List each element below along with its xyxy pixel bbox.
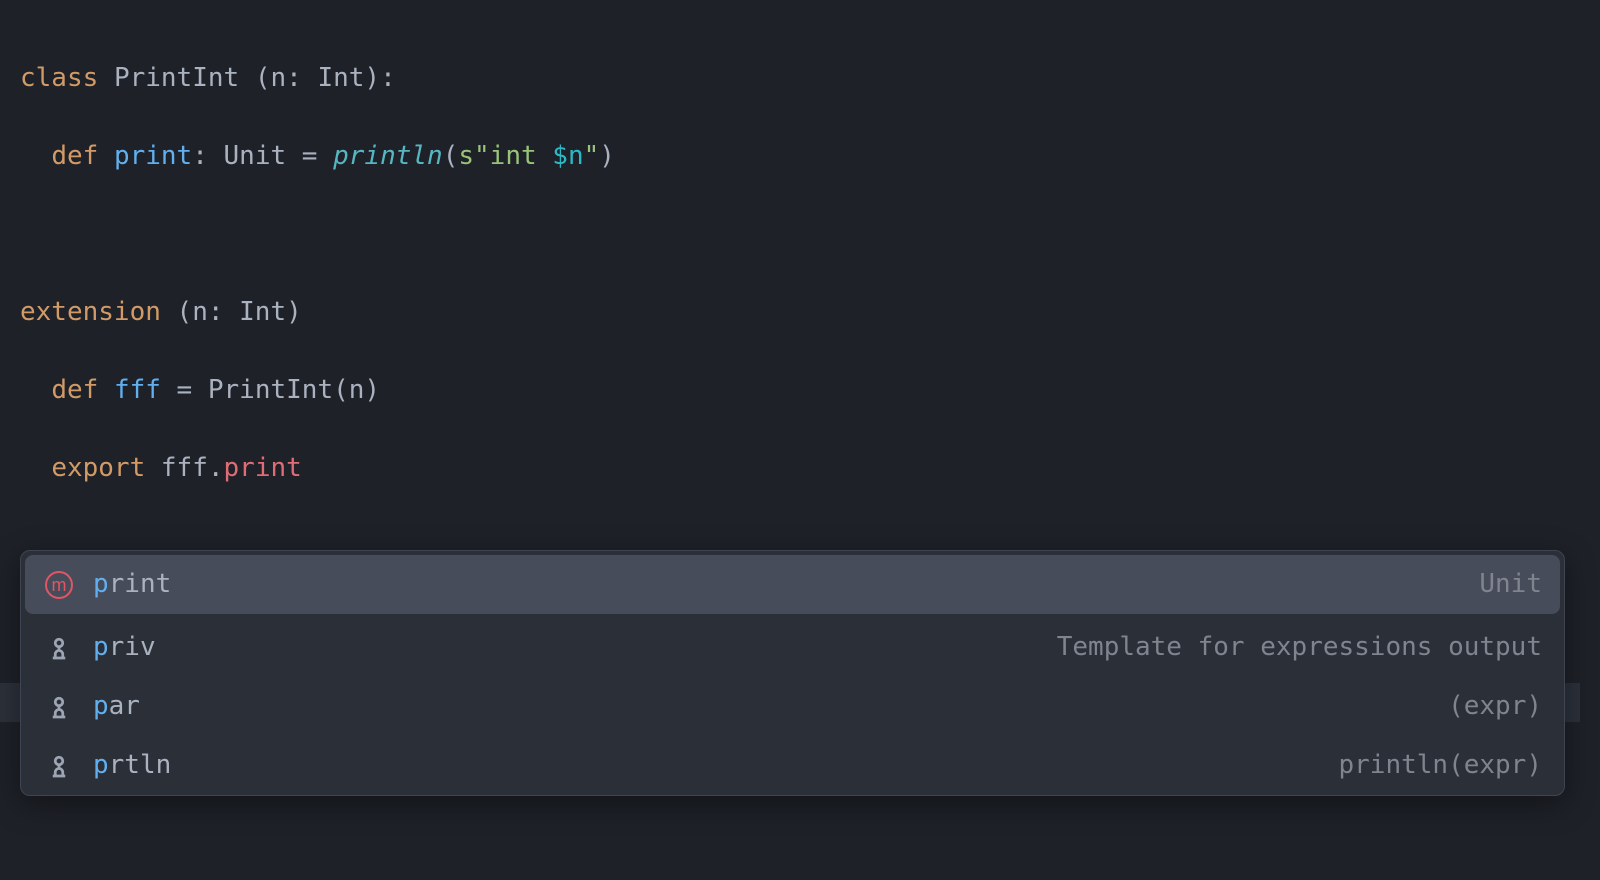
completion-detail: Template for expressions output	[1057, 628, 1542, 667]
class-name-prefix	[98, 63, 114, 93]
completion-item-priv[interactable]: priv Template for expressions output	[21, 618, 1564, 677]
completion-label: prtln	[93, 746, 171, 785]
keyword-extension: extension	[20, 297, 161, 327]
string-interp: $n	[552, 141, 583, 171]
completion-label: par	[93, 687, 140, 726]
code-line-4: extension (n: Int)	[20, 293, 1600, 332]
keyword-export: export	[51, 453, 145, 483]
completion-item-par[interactable]: par (expr)	[21, 677, 1564, 736]
completion-detail: (expr)	[1448, 687, 1542, 726]
completion-label: priv	[93, 628, 156, 667]
completion-item-print[interactable]: m print Unit	[25, 555, 1560, 614]
code-line-6: export fff.print	[20, 449, 1600, 488]
completion-popup[interactable]: m print Unit priv Template for expressio…	[20, 550, 1565, 796]
completion-item-prtln[interactable]: prtln println(expr)	[21, 736, 1564, 795]
class-name: PrintInt	[114, 63, 239, 93]
code-line-3	[20, 215, 1600, 254]
completion-label: print	[93, 565, 171, 604]
code-line-5: def fff = PrintInt(n)	[20, 371, 1600, 410]
keyword-class: class	[20, 63, 98, 93]
completion-detail: Unit	[1479, 565, 1542, 604]
method-name: print	[114, 141, 192, 171]
method-icon: m	[43, 569, 75, 601]
code-line-1: class PrintInt (n: Int):	[20, 59, 1600, 98]
code-line-2: def print: Unit = println(s"int $n")	[20, 137, 1600, 176]
template-icon	[43, 691, 75, 723]
completion-detail: println(expr)	[1339, 746, 1543, 785]
template-icon	[43, 750, 75, 782]
fn-call: println	[333, 141, 443, 171]
template-icon	[43, 632, 75, 664]
keyword-def: def	[51, 141, 98, 171]
